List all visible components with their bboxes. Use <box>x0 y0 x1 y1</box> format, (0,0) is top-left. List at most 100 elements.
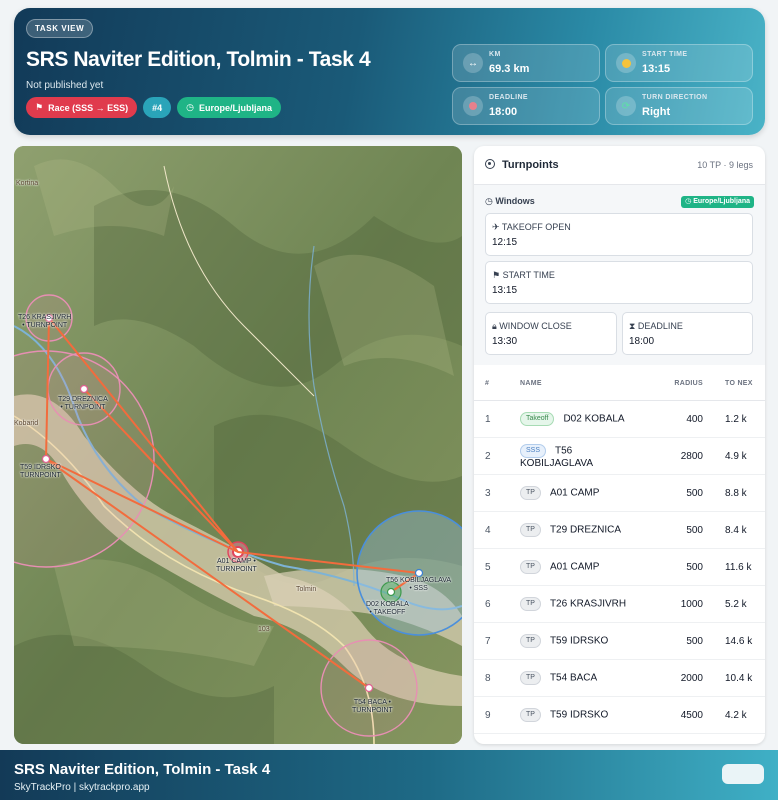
flag-icon: ⚑ <box>35 102 44 112</box>
type-badge: SSS <box>520 443 547 458</box>
task-number-tag: #4 <box>143 97 172 118</box>
publish-status: Not published yet <box>26 80 104 91</box>
map-label-t54: T54 BACA • TURNPOINT <box>352 699 393 714</box>
row-radius: 4500 <box>642 696 707 734</box>
race-type-tag: ⚑ Race (SSS → ESS) <box>26 97 138 118</box>
row-number: 6 <box>474 585 519 623</box>
takeoff-open-box: ✈ TAKEOFF OPEN 12:15 <box>485 213 753 256</box>
row-name-cell: TP T59 IDRSKO <box>519 622 642 660</box>
row-to-next: 10.4 k <box>707 659 765 697</box>
turnpoint-name: T54 BACA <box>549 672 598 684</box>
timezone-tag: ◷ Europe/Ljubljana <box>177 97 281 118</box>
clock-icon: ◷ <box>186 102 194 112</box>
turnpoint-name: A01 CAMP <box>549 487 600 499</box>
map-label-t29: T29 DREZNICA • TURNPOINT <box>58 396 108 411</box>
table-row[interactable]: 9 TP T59 IDRSKO 4500 4.2 k <box>474 696 765 734</box>
task-view-badge: TASK VIEW <box>26 19 94 38</box>
row-name-cell: TP A01 CAMP <box>519 548 642 586</box>
type-badge: TP <box>520 708 541 722</box>
row-radius: 2000 <box>642 659 707 697</box>
flag-icon: ⚑ <box>492 270 503 280</box>
turnpoints-panel: Turnpoints 10 TP · 9 legs ◷ Windows ◷ Eu… <box>474 146 765 744</box>
turnpoint-count: 10 TP · 9 legs <box>697 160 753 170</box>
row-to-next: 4.9 k <box>707 437 765 475</box>
row-radius: 500 <box>642 474 707 512</box>
place-kobarid: Kobarid <box>14 420 39 427</box>
row-number: 3 <box>474 474 519 512</box>
panel-header: Turnpoints 10 TP · 9 legs <box>474 146 765 185</box>
target-icon <box>485 159 495 169</box>
row-radius: 500 <box>642 511 707 549</box>
windows-section: ◷ Windows ◷ Europe/Ljubljana ✈ TAKEOFF O… <box>474 185 765 365</box>
deadline-stat: DEADLINE 18:00 <box>452 87 600 125</box>
col-radius: RADIUS <box>642 366 707 401</box>
type-badge: TP <box>520 560 541 574</box>
row-number: 9 <box>474 696 519 734</box>
table-row[interactable]: 10GoalA01 CAMP300- <box>474 733 765 744</box>
rotate-icon: ⟳ <box>616 96 636 116</box>
place-tolmin: Tolmin <box>296 586 317 593</box>
table-row[interactable]: 5 TP A01 CAMP 500 11.6 k <box>474 548 765 586</box>
windows-timezone-badge: ◷ Europe/Ljubljana <box>681 196 754 208</box>
row-number: 4 <box>474 511 519 549</box>
table-row[interactable]: 6 TP T26 KRASJIVRH 1000 5.2 k <box>474 585 765 623</box>
map-label-d02: D02 KOBALA • TAKEOFF <box>366 601 409 616</box>
map-canvas[interactable] <box>14 146 462 744</box>
footer-subtitle: SkyTrackPro | skytrackpro.app <box>14 782 150 793</box>
turnpoint-name: A01 CAMP <box>549 561 600 573</box>
turnpoint-name: T59 IDRSKO <box>549 635 609 647</box>
row-radius: 500 <box>642 548 707 586</box>
turnpoint-name: T26 KRASJIVRH <box>549 598 627 610</box>
row-to-next: 8.8 k <box>707 474 765 512</box>
row-name-cell: SSS T56 KOBILJAGLAVA <box>519 437 642 475</box>
type-badge: TP <box>520 671 541 685</box>
row-name-cell: Takeoff D02 KOBALA <box>519 400 642 438</box>
turnpoint-name: D02 KOBALA <box>563 413 625 425</box>
row-to-next: 5.2 k <box>707 585 765 623</box>
task-map[interactable]: T26 KRASJIVRH • TURNPOINT T29 DREZNICA • T… <box>14 146 462 744</box>
table-row[interactable]: 4 TP T29 DREZNICA 500 8.4 k <box>474 511 765 549</box>
stopwatch-icon <box>463 96 483 116</box>
map-label-t26: T26 KRASJIVRH • TURNPOINT <box>18 314 72 329</box>
type-badge: TP <box>520 597 541 611</box>
row-radius: 400 <box>642 400 707 438</box>
clock-icon: ◷ <box>485 196 496 206</box>
row-to-next: 4.2 k <box>707 696 765 734</box>
table-row[interactable]: 7 TP T59 IDRSKO 500 14.6 k <box>474 622 765 660</box>
table-row[interactable]: 8 TP T54 BACA 2000 10.4 k <box>474 659 765 697</box>
table-row[interactable]: 1 Takeoff D02 KOBALA 400 1.2 k <box>474 400 765 438</box>
row-number: 5 <box>474 548 519 586</box>
plane-takeoff-icon: ✈ <box>492 222 502 232</box>
type-badge: TP <box>520 634 541 648</box>
row-number: 8 <box>474 659 519 697</box>
skytrackpro-logo <box>722 764 764 784</box>
start-time-stat: START TIME 13:15 <box>605 44 753 82</box>
footer: SRS Naviter Edition, Tolmin - Task 4 Sky… <box>0 750 778 800</box>
table-row[interactable]: 2 SSS T56 KOBILJAGLAVA 2800 4.9 k <box>474 437 765 475</box>
row-name-cell: TP T26 KRASJIVRH <box>519 585 642 623</box>
road-number: 103 <box>258 626 270 633</box>
panel-title: Turnpoints <box>502 159 559 171</box>
table-row[interactable]: 3 TP A01 CAMP 500 8.8 k <box>474 474 765 512</box>
type-badge: Takeoff <box>520 412 555 426</box>
hourglass-icon: ⧗ <box>629 321 638 331</box>
row-number: 2 <box>474 437 519 475</box>
task-header: TASK VIEW SRS Naviter Edition, Tolmin - … <box>14 8 765 135</box>
turnpoint-name: T29 DREZNICA <box>549 524 622 536</box>
row-number: 10 <box>474 733 519 744</box>
row-number: 1 <box>474 400 519 438</box>
type-badge: TP <box>520 523 541 537</box>
arrows-horizontal-icon: ↔ <box>463 53 483 73</box>
turnpoints-table: # NAME RADIUS TO NEX 1 Takeoff D02 KOBALA 4… <box>474 366 765 744</box>
col-to-next: TO NEX <box>707 366 765 401</box>
row-to-next: 14.6 k <box>707 622 765 660</box>
row-name-cell: TP T59 IDRSKO <box>519 696 642 734</box>
row-radius: 300 <box>642 733 707 744</box>
row-radius: 2800 <box>642 437 707 475</box>
row-to-next: 1.2 k <box>707 400 765 438</box>
row-name-cell: TP T54 BACA <box>519 659 642 697</box>
col-name: NAME <box>519 366 642 401</box>
place-kortina: Kortina <box>16 180 39 187</box>
map-label-a01: A01 CAMP • TURNPOINT <box>216 558 257 573</box>
deadline-box: ⧗ DEADLINE 18:00 <box>622 312 753 355</box>
